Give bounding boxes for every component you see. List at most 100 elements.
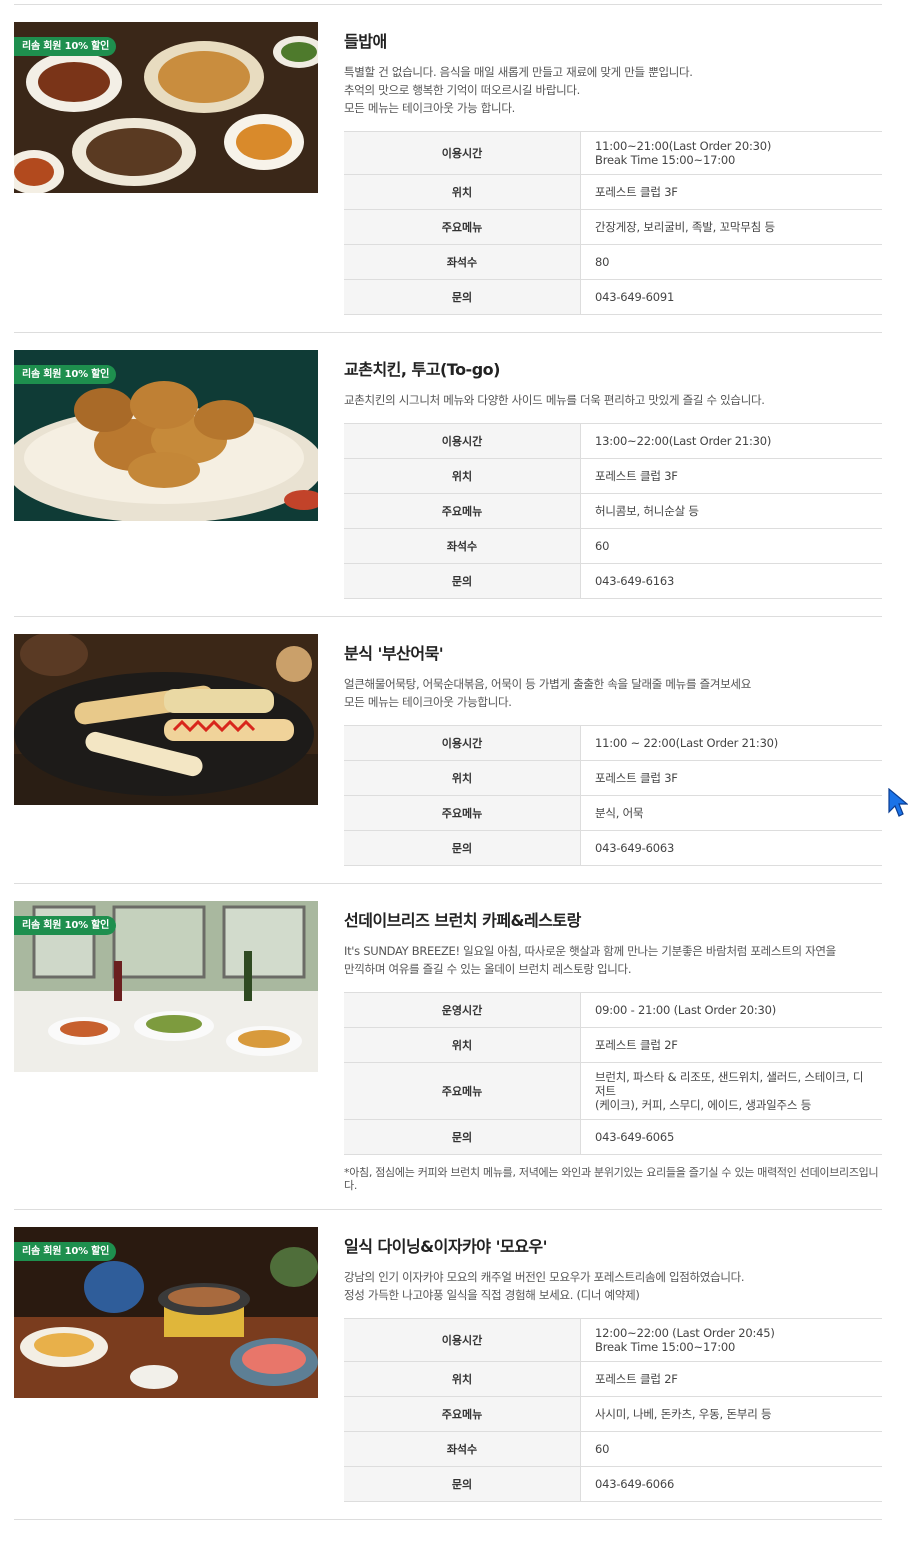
- restaurant-info-table: 이용시간 13:00~22:00(Last Order 21:30) 위치 포레스트 …: [344, 423, 882, 599]
- restaurant-name: 교촌치킨, 투고(To-go): [344, 360, 500, 379]
- info-value: 60: [580, 528, 882, 564]
- info-value: 13:00~22:00(Last Order 21:30): [580, 423, 882, 459]
- restaurant-info-table: 운영시간 09:00 - 21:00 (Last Order 20:30) 위치 포레…: [344, 992, 882, 1155]
- restaurant-info: 선데이브리즈 브런치 카페&레스토랑 It's SUNDAY BREEZE! 일요…: [344, 910, 882, 1192]
- info-value: 043-649-6066: [580, 1466, 882, 1502]
- info-label: 위치: [344, 458, 581, 494]
- info-row: 문의 043-649-6066: [344, 1466, 882, 1502]
- info-value: 11:00 ~ 22:00(Last Order 21:30): [580, 725, 882, 761]
- restaurant-photo: [14, 634, 318, 805]
- info-value: 12:00~22:00 (Last Order 20:45) Break Time…: [580, 1318, 882, 1362]
- info-value-line: 11:00 ~ 22:00(Last Order 21:30): [595, 736, 779, 750]
- info-value-line: 허니콤보, 허니순살 등: [595, 504, 699, 518]
- info-value: 043-649-6063: [580, 830, 882, 866]
- info-value: 043-649-6091: [580, 279, 882, 315]
- member-discount-badge: 리솜 회원 10% 할인: [14, 365, 117, 384]
- info-value: 간장게장, 보리굴비, 족발, 꼬막무침 등: [580, 209, 882, 245]
- info-label: 이용시간: [344, 131, 581, 175]
- description-line: 모든 메뉴는 테이크아웃 가능합니다.: [344, 695, 512, 709]
- info-value-line: 포레스트 클럽 3F: [595, 771, 678, 785]
- mouse-pointer-icon: [888, 788, 908, 817]
- info-row: 주요메뉴 허니콤보, 허니순살 등: [344, 493, 882, 529]
- description-line: 얼큰해물어묵탕, 어묵순대볶음, 어묵이 등 가볍게 출출한 속을 달래줄 메뉴…: [344, 677, 751, 691]
- info-label: 문의: [344, 563, 581, 599]
- info-value: 043-649-6065: [580, 1119, 882, 1155]
- info-row: 문의 043-649-6163: [344, 563, 882, 599]
- info-label: 위치: [344, 1027, 581, 1063]
- info-value: 043-649-6163: [580, 563, 882, 599]
- food-photo-image: [14, 634, 318, 805]
- info-row: 주요메뉴 분식, 어묵: [344, 795, 882, 831]
- restaurant-photo: 리솜 회원 10% 할인: [14, 901, 318, 1072]
- info-value: 포레스트 클럽 2F: [580, 1361, 882, 1397]
- info-row: 위치 포레스트 클럽 3F: [344, 458, 882, 494]
- restaurant-item: 분식 '부산어묵' 얼큰해물어묵탕, 어묵순대볶음, 어묵이 등 가볍게 출출한 …: [14, 617, 882, 884]
- restaurant-info-table: 이용시간 11:00 ~ 22:00(Last Order 21:30) 위치 포레스…: [344, 725, 882, 866]
- info-label: 주요메뉴: [344, 1396, 581, 1432]
- info-value-line: 043-649-6066: [595, 1477, 675, 1491]
- info-value-line: 브런치, 파스타 & 리조또, 샌드위치, 샐러드, 스테이크, 디저트: [595, 1070, 864, 1098]
- member-discount-badge: 리솜 회원 10% 할인: [14, 916, 117, 935]
- info-label: 문의: [344, 1466, 581, 1502]
- restaurant-description: 특별할 건 없습니다. 음식을 매일 새롭게 만들고 재료에 맞게 만들 뿐입니…: [344, 63, 882, 117]
- info-label: 위치: [344, 1361, 581, 1397]
- info-value-line: (케이크), 커피, 스무디, 에이드, 생과일주스 등: [595, 1098, 812, 1112]
- info-label: 문의: [344, 830, 581, 866]
- info-label: 문의: [344, 1119, 581, 1155]
- info-label: 좌석수: [344, 1431, 581, 1467]
- info-value-line: 포레스트 클럽 2F: [595, 1038, 678, 1052]
- info-row: 이용시간 13:00~22:00(Last Order 21:30): [344, 423, 882, 459]
- info-label: 주요메뉴: [344, 209, 581, 245]
- info-value: 허니콤보, 허니순살 등: [580, 493, 882, 529]
- info-row: 위치 포레스트 클럽 3F: [344, 174, 882, 210]
- description-line: 만끽하며 여유를 즐길 수 있는 올데이 브런치 레스토랑 입니다.: [344, 962, 632, 976]
- info-label: 이용시간: [344, 1318, 581, 1362]
- restaurant-description: 교촌치킨의 시그니처 메뉴와 다양한 사이드 메뉴를 더욱 편리하고 맛있게 즐…: [344, 391, 882, 409]
- info-row: 위치 포레스트 클럽 2F: [344, 1027, 882, 1063]
- member-discount-badge: 리솜 회원 10% 할인: [14, 1242, 117, 1261]
- restaurant-photo: 리솜 회원 10% 할인: [14, 350, 318, 521]
- info-value-line: 포레스트 클럽 3F: [595, 469, 678, 483]
- info-row: 주요메뉴 브런치, 파스타 & 리조또, 샌드위치, 샐러드, 스테이크, 디저트…: [344, 1062, 882, 1120]
- description-line: 모든 메뉴는 테이크아웃 가능 합니다.: [344, 101, 515, 115]
- info-label: 이용시간: [344, 725, 581, 761]
- restaurant-name: 일식 다이닝&이자카야 '모요우': [344, 1237, 548, 1256]
- restaurant-item: 리솜 회원 10% 할인 들밥애특별할 건 없습니다. 음식을 매일 새롭게 만들…: [14, 5, 882, 333]
- info-label: 위치: [344, 760, 581, 796]
- info-value-line: 043-649-6091: [595, 290, 675, 304]
- info-value-line: 11:00~21:00(Last Order 20:30): [595, 139, 772, 153]
- restaurant-photo: 리솜 회원 10% 할인: [14, 22, 318, 193]
- restaurant-item: 리솜 회원 10% 할인 선데이브리즈 브런치 카페&레스토랑 It's SUNDA…: [14, 884, 882, 1210]
- info-value: 80: [580, 244, 882, 280]
- member-discount-badge: 리솜 회원 10% 할인: [14, 37, 117, 56]
- info-value-line: 60: [595, 539, 610, 553]
- info-value-line: 포레스트 클럽 2F: [595, 1372, 678, 1386]
- restaurant-name: 들밥애: [344, 32, 387, 51]
- restaurant-info: 들밥애특별할 건 없습니다. 음식을 매일 새롭게 만들고 재료에 맞게 만들 …: [344, 31, 882, 315]
- restaurant-item: 리솜 회원 10% 할인 일식 다이닝&이자카야 '모요우' 강남의 인기 이자카야…: [14, 1210, 882, 1520]
- restaurant-note: *아침, 점심에는 커피와 브런치 메뉴를, 저녁에는 와인과 분위기있는 요리…: [344, 1166, 879, 1192]
- description-line: 강남의 인기 이자카야 모요의 캐주얼 버전인 모요우가 포레스트리솜에 입점하…: [344, 1270, 745, 1284]
- info-row: 문의 043-649-6065: [344, 1119, 882, 1155]
- info-value-line: 043-649-6163: [595, 574, 675, 588]
- info-row: 이용시간 11:00 ~ 22:00(Last Order 21:30): [344, 725, 882, 761]
- restaurant-name: 선데이브리즈 브런치 카페&레스토랑: [344, 911, 581, 930]
- restaurant-photo: 리솜 회원 10% 할인: [14, 1227, 318, 1398]
- info-value: 분식, 어묵: [580, 795, 882, 831]
- info-value-line: Break Time 15:00~17:00: [595, 153, 736, 167]
- restaurant-name: 분식 '부산어묵': [344, 644, 444, 663]
- restaurant-description: 얼큰해물어묵탕, 어묵순대볶음, 어묵이 등 가볍게 출출한 속을 달래줄 메뉴…: [344, 675, 882, 711]
- restaurant-list: 리솜 회원 10% 할인 들밥애특별할 건 없습니다. 음식을 매일 새롭게 만들…: [14, 5, 882, 1520]
- restaurant-info: 일식 다이닝&이자카야 '모요우' 강남의 인기 이자카야 모요의 캐주얼 버전인…: [344, 1236, 882, 1502]
- info-label: 문의: [344, 279, 581, 315]
- info-row: 좌석수 60: [344, 1431, 882, 1467]
- info-value-line: 사시미, 나베, 돈카츠, 우동, 돈부리 등: [595, 1407, 772, 1421]
- info-row: 운영시간 09:00 - 21:00 (Last Order 20:30): [344, 992, 882, 1028]
- info-value-line: 분식, 어묵: [595, 806, 644, 820]
- info-value-line: 13:00~22:00(Last Order 21:30): [595, 434, 772, 448]
- info-value-line: 043-649-6063: [595, 841, 675, 855]
- restaurant-info: 교촌치킨, 투고(To-go) 교촌치킨의 시그니처 메뉴와 다양한 사이드 메뉴…: [344, 359, 882, 599]
- info-value: 09:00 - 21:00 (Last Order 20:30): [580, 992, 882, 1028]
- restaurant-item: 리솜 회원 10% 할인 교촌치킨, 투고(To-go) 교촌치킨의 시그니처 메뉴…: [14, 333, 882, 617]
- description-line: 정성 가득한 나고야풍 일식을 직접 경험해 보세요. (디너 예약제): [344, 1288, 640, 1302]
